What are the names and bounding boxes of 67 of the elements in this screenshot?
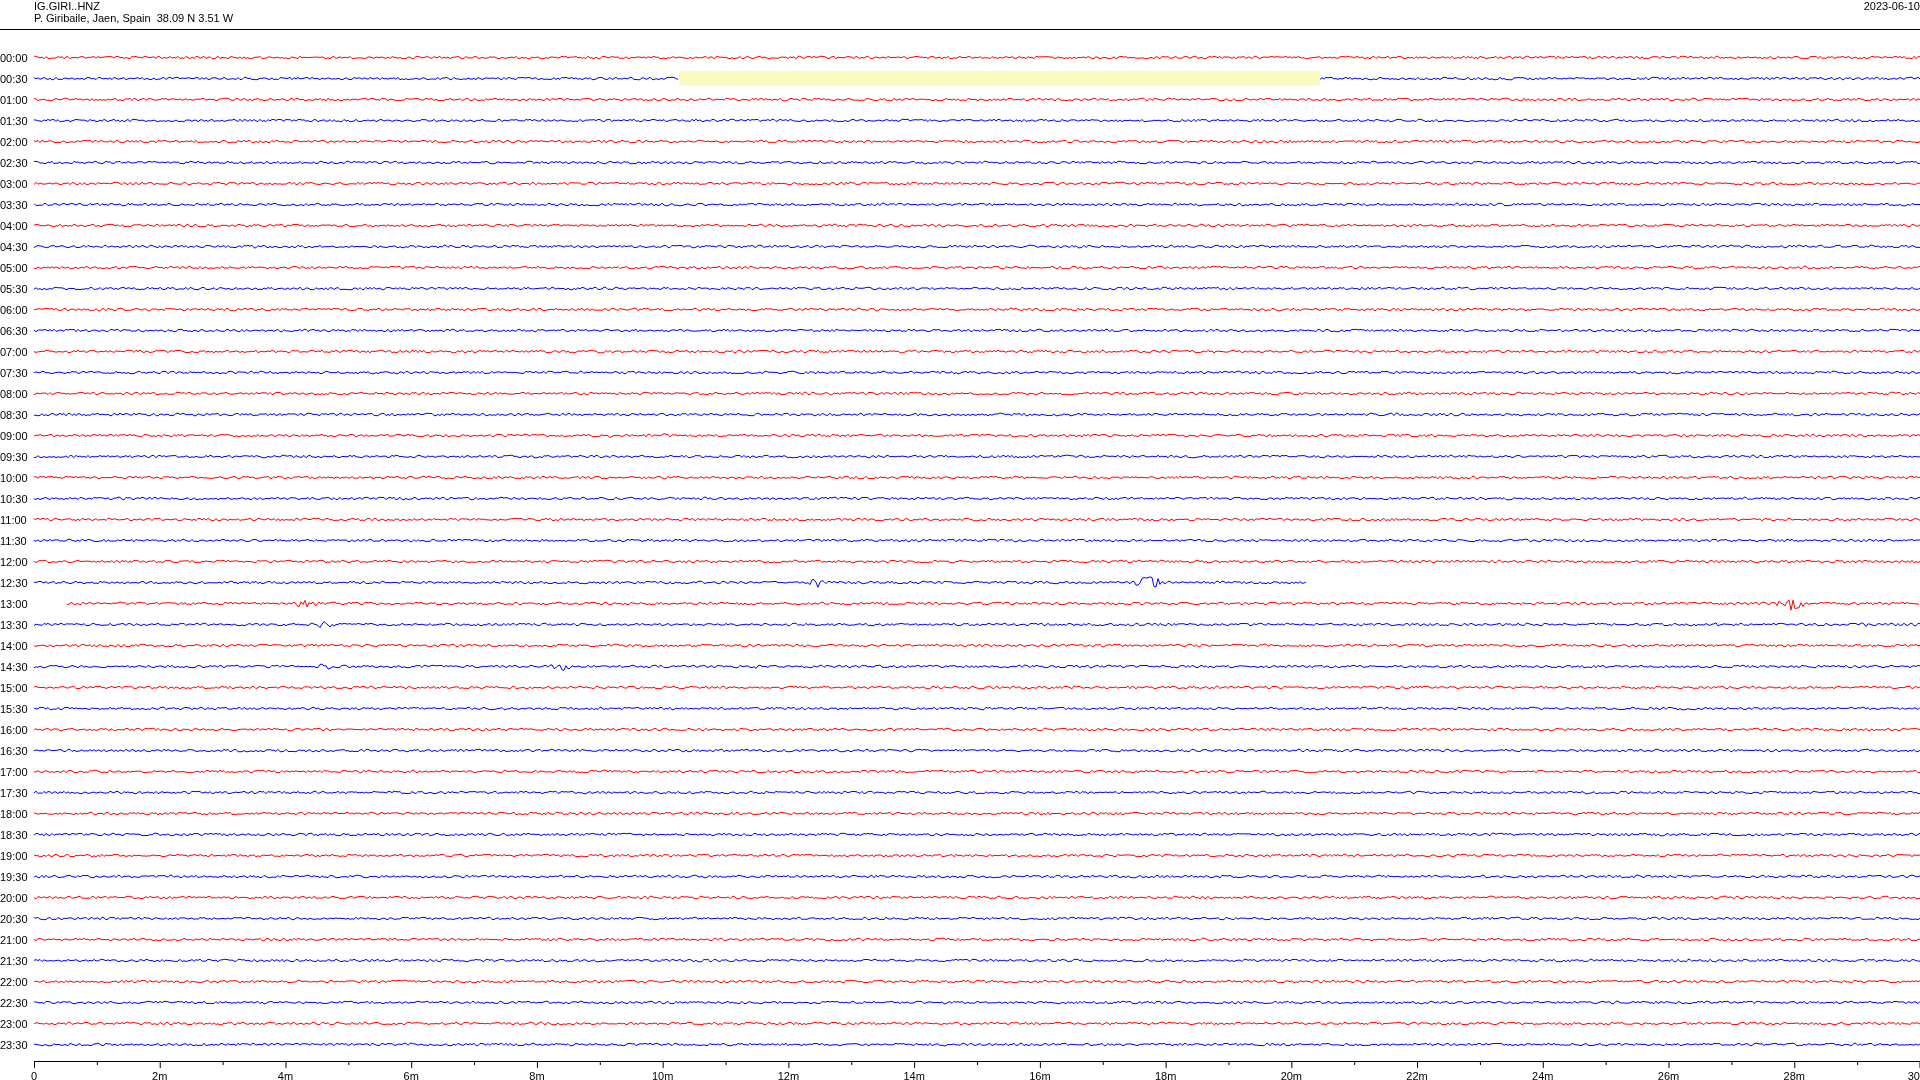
time-label: 09:00: [0, 429, 29, 442]
time-label: 23:30: [0, 1038, 29, 1051]
axis-label: 8m: [529, 1070, 545, 1080]
time-label: 10:00: [0, 471, 29, 484]
time-label: 16:00: [0, 723, 29, 736]
time-label: 05:30: [0, 282, 29, 295]
time-label: 15:30: [0, 702, 29, 715]
time-label: 20:30: [0, 912, 29, 925]
time-label: 11:00: [0, 513, 28, 526]
time-label: 08:00: [0, 387, 29, 400]
time-label: 03:30: [0, 198, 29, 211]
time-label: 21:00: [0, 933, 29, 946]
time-label: 22:00: [0, 975, 29, 988]
axis-label: 10m: [651, 1070, 674, 1080]
time-label: 05:00: [0, 261, 29, 274]
time-label: 06:00: [0, 303, 29, 316]
time-label: 13:30: [0, 618, 29, 631]
time-label: 18:30: [0, 828, 29, 841]
station-location: P. Giribaile, Jaen, Spain 38.09 N 3.51 W: [34, 12, 234, 24]
time-label: 22:30: [0, 996, 29, 1009]
time-label: 02:00: [0, 135, 29, 148]
axis-label: 2m: [152, 1070, 168, 1080]
time-label: 02:30: [0, 156, 29, 169]
time-label: 07:30: [0, 366, 29, 379]
axis-label: 22m: [1406, 1070, 1428, 1080]
time-label: 19:00: [0, 849, 29, 862]
time-label: 03:00: [0, 177, 29, 190]
axis-label: 18m: [1154, 1070, 1177, 1080]
time-label: 12:30: [0, 576, 29, 589]
axis-label: 6m: [403, 1070, 419, 1080]
time-label: 17:30: [0, 786, 29, 799]
time-label: 01:30: [0, 114, 29, 127]
axis-label: 28m: [1783, 1070, 1805, 1080]
time-label: 08:30: [0, 408, 29, 421]
axis-label: 26m: [1657, 1070, 1680, 1080]
time-label: 04:30: [0, 240, 29, 253]
time-label: 09:30: [0, 450, 29, 463]
time-label: 13:00: [0, 597, 29, 610]
time-label: 11:30: [0, 534, 28, 547]
time-label: 20:00: [0, 891, 29, 904]
time-label: 07:00: [0, 345, 29, 358]
time-label: 16:30: [0, 744, 29, 757]
axis-label: 0: [31, 1070, 38, 1080]
time-label: 23:00: [0, 1017, 29, 1030]
time-label: 14:00: [0, 639, 29, 652]
time-label: 14:30: [0, 660, 29, 673]
axis-label: 30: [1907, 1070, 1920, 1080]
time-label: 15:00: [0, 681, 29, 694]
axis-label: 16m: [1029, 1070, 1051, 1080]
axis-label: 12m: [777, 1070, 800, 1080]
time-label: 17:00: [0, 765, 29, 778]
time-label: 00:30: [0, 72, 29, 85]
axis-label: 4m: [277, 1070, 294, 1080]
date-label: 2023-06-10: [1863, 0, 1920, 12]
time-label: 04:00: [0, 219, 29, 232]
station-code: IG.GIRI..HNZ: [34, 0, 101, 12]
time-label: 06:30: [0, 324, 29, 337]
time-label: 18:00: [0, 807, 29, 820]
time-label: 12:00: [0, 555, 29, 568]
time-label: 21:30: [0, 954, 29, 967]
time-label: 10:30: [0, 492, 29, 505]
time-label: 00:00: [0, 51, 29, 64]
axis-label: 14m: [903, 1070, 925, 1080]
axis-label: 20m: [1280, 1070, 1303, 1080]
axis-label: 24m: [1532, 1070, 1554, 1080]
time-label: 19:30: [0, 870, 29, 883]
time-label: 01:00: [0, 93, 29, 106]
